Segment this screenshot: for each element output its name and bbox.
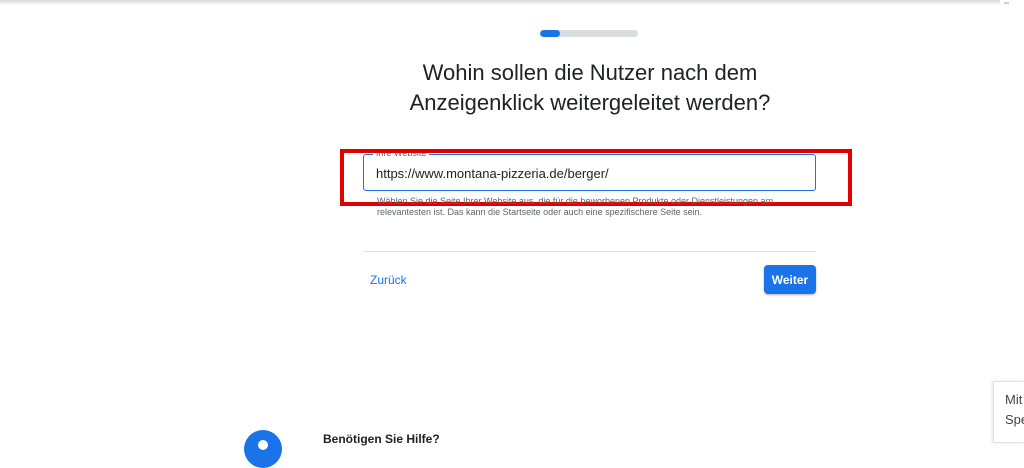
website-helper-text: Wählen Sie die Seite Ihrer Website aus, …	[377, 196, 774, 217]
help-title: Benötigen Sie Hilfe?	[323, 432, 440, 446]
window-corner-mark	[1004, 2, 1009, 4]
side-panel-line1: Mit	[1005, 392, 1023, 407]
section-divider	[363, 251, 816, 252]
next-button[interactable]: Weiter	[764, 265, 816, 294]
page-title-line1: Wohin sollen die Nutzer nach dem	[422, 60, 758, 85]
page-title-line2: Anzeigenklick weitergeleitet werden?	[409, 90, 771, 115]
side-panel-line2: Spe	[1005, 412, 1024, 427]
progress-bar	[540, 30, 638, 37]
top-border	[0, 0, 1000, 5]
back-button[interactable]: Zurück	[363, 268, 414, 292]
progress-bar-fill	[540, 30, 560, 37]
side-panel[interactable]: Mit Spe	[993, 381, 1024, 443]
help-circle-icon[interactable]	[244, 430, 282, 468]
page-title: Wohin sollen die Nutzer nach dem Anzeige…	[340, 58, 840, 118]
help-icon-glyph	[258, 440, 268, 450]
